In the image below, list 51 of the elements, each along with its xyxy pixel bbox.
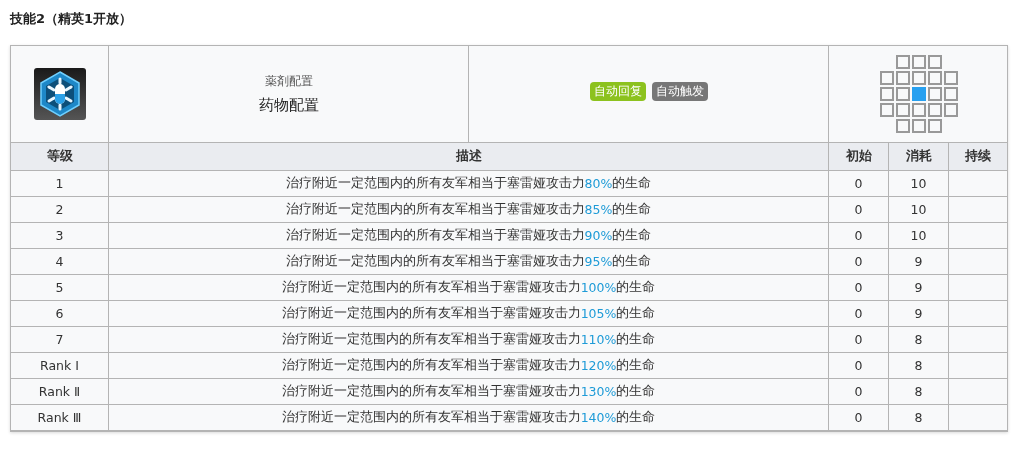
table-cell: Rank Ⅱ [11,379,109,405]
table-cell: 2 [11,197,109,223]
table-cell: 7 [11,327,109,353]
table-cell: 8 [889,327,949,353]
column-header: 等级 [11,143,109,171]
skill-tag: 自动触发 [651,81,708,101]
table-cell: Rank Ⅲ [11,405,109,431]
table-cell: 0 [829,379,889,405]
column-header: 描述 [109,143,829,171]
table-cell: 0 [829,301,889,327]
table-cell: 治疗附近一定范围内的所有友军相当于塞雷娅攻击力80%的生命 [109,171,829,197]
table-cell: 治疗附近一定范围内的所有友军相当于塞雷娅攻击力 140%的生命 [109,405,829,431]
table-cell: 9 [889,249,949,275]
table-cell: 0 [829,327,889,353]
table-cell: 0 [829,197,889,223]
table-cell: 0 [829,249,889,275]
table-cell: 6 [11,301,109,327]
column-header: 消耗 [889,143,949,171]
table-cell: 3 [11,223,109,249]
table-cell: 治疗附近一定范围内的所有友军相当于塞雷娅攻击力 130%的生命 [109,379,829,405]
skill-original-name: 薬剤配置 [264,73,313,90]
table-cell: 治疗附近一定范围内的所有友军相当于塞雷娅攻击力95%的生命 [109,249,829,275]
table-cell: 0 [829,405,889,431]
table-cell: 治疗附近一定范围内的所有友军相当于塞雷娅攻击力90%的生命 [109,223,829,249]
table-cell: 0 [829,353,889,379]
table-cell: 10 [889,223,949,249]
skill-icon [33,68,86,120]
table-cell: 治疗附近一定范围内的所有友军相当于塞雷娅攻击力 110%的生命 [109,327,829,353]
table-cell: 8 [889,379,949,405]
table-cell: 1 [11,171,109,197]
table-cell: 5 [11,275,109,301]
skill-tag: 自动回复 [589,81,646,101]
table-cell: Rank Ⅰ [11,353,109,379]
skill-name: 药物配置 [258,96,319,115]
table-cell: 治疗附近一定范围内的所有友军相当于塞雷娅攻击力85%的生命 [109,197,829,223]
table-cell: 0 [829,275,889,301]
table-cell: 9 [889,301,949,327]
column-header: 持续 [949,143,1008,171]
table-cell: 10 [889,171,949,197]
table-cell: 0 [829,171,889,197]
table-cell: 治疗附近一定范围内的所有友军相当于塞雷娅攻击力 120%的生命 [109,353,829,379]
table-cell: 4 [11,249,109,275]
table-cell: 治疗附近一定范围内的所有友军相当于塞雷娅攻击力 105%的生命 [109,301,829,327]
table-cell: 8 [889,353,949,379]
table-cell: 10 [889,197,949,223]
column-header: 初始 [829,143,889,171]
table-cell: 8 [889,405,949,431]
table-cell: 0 [829,223,889,249]
table-cell: 治疗附近一定范围内的所有友军相当于塞雷娅攻击力 100%的生命 [109,275,829,301]
section-title: 技能2（精英1开放） [10,10,134,28]
table-cell: 9 [889,275,949,301]
